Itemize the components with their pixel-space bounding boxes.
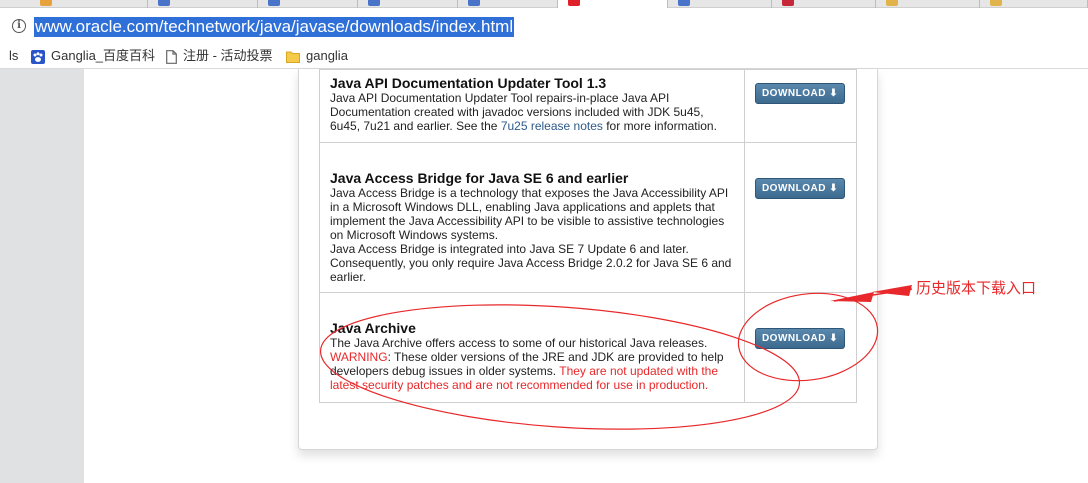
item-desc-line: Java Access Bridge is integrated into Ja… (330, 242, 689, 256)
baidu-paw-icon (31, 49, 45, 64)
browser-tab[interactable] (30, 0, 148, 8)
browser-tab[interactable] (148, 0, 258, 8)
download-arrow-icon: ⬇ (829, 333, 839, 344)
tab-favicon-icon (40, 0, 52, 6)
item-button-cell: DOWNLOAD ⬇ (744, 142, 857, 293)
folder-icon (286, 51, 300, 64)
downloads-table: Java API Documentation Updater Tool 1.3 … (318, 69, 857, 403)
download-button-api-updater[interactable]: DOWNLOAD ⬇ (755, 83, 846, 104)
item-desc-line: Documentation created with javadoc versi… (330, 105, 704, 119)
tab-favicon-icon (886, 0, 898, 6)
bookmark-register-vote[interactable]: 注册 - 活动投票 (166, 48, 273, 64)
tab-favicon-icon (468, 0, 480, 6)
browser-tab[interactable] (668, 0, 772, 8)
item-title: Java API Documentation Updater Tool 1.3 (330, 75, 607, 91)
item-desc-line: developers debug issues in older systems… (330, 364, 719, 378)
download-arrow-icon: ⬇ (829, 88, 839, 99)
item-desc-line: implement the Java Accessibility API to … (330, 214, 725, 228)
downloads-panel: Java API Documentation Updater Tool 1.3 … (298, 69, 878, 450)
page-icon (166, 49, 177, 64)
page-left-gutter (0, 69, 84, 483)
item-desc-line: WARNING: These older versions of the JRE… (330, 350, 724, 364)
table-row: Java Access Bridge for Java SE 6 and ear… (318, 142, 857, 293)
item-button-cell: DOWNLOAD ⬇ (744, 69, 857, 143)
warning-label: WARNING (330, 350, 388, 364)
annotation-arrow-icon (872, 285, 912, 296)
item-desc-line: Java Access Bridge is a technology that … (330, 186, 729, 200)
item-description-cell: Java API Documentation Updater Tool 1.3 … (318, 69, 746, 143)
item-desc-line: Consequently, you only require Java Acce… (330, 256, 732, 270)
item-desc-line: 6u45, 7u21 and earlier. See the 7u25 rel… (330, 119, 717, 133)
annotation-label: 历史版本下载入口 (916, 279, 1037, 297)
tab-favicon-icon (158, 0, 170, 6)
item-desc-line: Java API Documentation Updater Tool repa… (330, 91, 670, 105)
item-button-cell: DOWNLOAD ⬇ (744, 292, 857, 403)
info-icon[interactable]: i (12, 19, 26, 33)
item-desc-line: on Microsoft Windows systems. (330, 228, 499, 242)
tab-favicon-icon (782, 0, 794, 6)
item-desc-line: earlier. (330, 270, 367, 284)
item-desc-line: latest security patches and are not reco… (330, 378, 709, 392)
browser-tab[interactable] (458, 0, 558, 8)
item-desc-line: The Java Archive offers access to some o… (330, 336, 708, 350)
tab-favicon-icon (990, 0, 1002, 6)
browser-tab[interactable] (980, 0, 1088, 8)
bookmark-folder-ganglia[interactable]: ganglia (286, 48, 348, 64)
browser-tab[interactable] (876, 0, 980, 8)
download-button-access-bridge[interactable]: DOWNLOAD ⬇ (755, 178, 846, 199)
download-arrow-icon: ⬇ (829, 183, 839, 194)
browser-tab-strip (0, 0, 1088, 8)
item-description-cell: Java Archive The Java Archive offers acc… (318, 292, 746, 403)
item-title: Java Archive (330, 320, 416, 336)
bookmarks-bar: ls Ganglia_百度百科 注册 - 活动投票 ganglia (0, 43, 1088, 69)
item-title: Java Access Bridge for Java SE 6 and ear… (330, 170, 629, 186)
bookmark-ls[interactable]: ls (9, 48, 18, 64)
browser-tab-active[interactable] (558, 0, 668, 8)
tab-favicon-icon (368, 0, 380, 6)
item-desc-line: in a Microsoft Windows DLL, enabling Jav… (330, 200, 715, 214)
tab-favicon-icon (268, 0, 280, 6)
tab-favicon-icon (568, 0, 580, 6)
table-row: Java Archive The Java Archive offers acc… (318, 292, 857, 403)
browser-tab[interactable] (358, 0, 458, 8)
browser-tab[interactable] (258, 0, 358, 8)
bookmark-ganglia-baike[interactable]: Ganglia_百度百科 (31, 48, 155, 64)
address-bar[interactable]: i www.oracle.com/technetwork/java/javase… (0, 9, 1088, 43)
download-button-java-archive[interactable]: DOWNLOAD ⬇ (755, 328, 846, 349)
release-notes-link[interactable]: 7u25 release notes (501, 119, 603, 133)
browser-tab[interactable] (772, 0, 876, 8)
tab-favicon-icon (678, 0, 690, 6)
address-url[interactable]: www.oracle.com/technetwork/java/javase/d… (34, 17, 515, 37)
table-row: Java API Documentation Updater Tool 1.3 … (318, 69, 857, 143)
item-description-cell: Java Access Bridge for Java SE 6 and ear… (318, 142, 746, 293)
